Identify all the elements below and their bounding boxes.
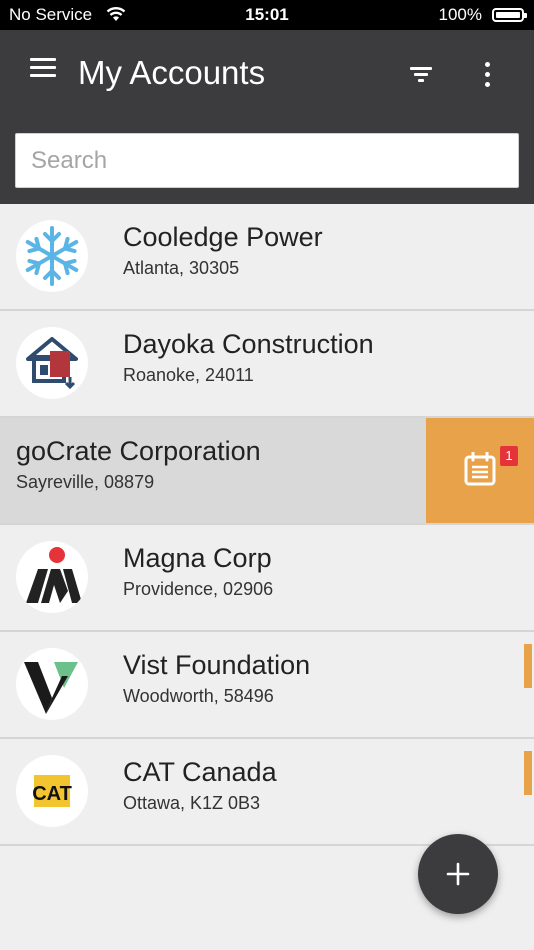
snowflake-logo-icon	[16, 220, 88, 292]
account-name: CAT Canada	[123, 757, 277, 787]
notification-badge: 1	[500, 446, 518, 466]
account-address: Woodworth, 58496	[123, 686, 274, 706]
magna-logo-icon	[16, 541, 88, 613]
account-name: Dayoka Construction	[123, 329, 374, 359]
svg-text:CAT: CAT	[32, 783, 72, 805]
account-name: goCrate Corporation	[16, 436, 261, 466]
search-input[interactable]	[15, 133, 519, 188]
house-logo-icon	[16, 327, 88, 399]
account-address: Sayreville, 08879	[16, 472, 155, 492]
account-row-dayoka-construction[interactable]: Dayoka Construction Roanoke, 24011	[0, 311, 534, 418]
calendar-icon	[464, 451, 496, 491]
account-row-magna-corp[interactable]: Magna Corp Providence, 02906	[0, 525, 534, 632]
account-row-gocrate-corporation[interactable]: goCrate Corporation Sayreville, 08879 1	[0, 418, 534, 525]
account-address: Ottawa, K1Z 0B3	[123, 793, 261, 813]
calendar-action-button[interactable]: 1	[426, 418, 534, 523]
account-row-cooledge-power[interactable]: Cooledge Power Atlanta, 30305	[0, 204, 534, 311]
menu-icon[interactable]	[30, 58, 56, 78]
account-address: Roanoke, 24011	[123, 365, 254, 385]
account-address: Providence, 02906	[123, 579, 274, 599]
more-vertical-icon[interactable]	[480, 60, 494, 90]
account-address: Atlanta, 30305	[123, 258, 240, 278]
battery-percentage: 100%	[438, 5, 482, 24]
edge-indicator	[524, 751, 532, 795]
account-name: Vist Foundation	[123, 650, 311, 680]
edge-indicator	[524, 644, 532, 688]
filter-icon[interactable]	[410, 67, 432, 83]
account-name: Magna Corp	[123, 543, 272, 573]
account-list: Cooledge Power Atlanta, 30305 Dayoka Con…	[0, 204, 534, 846]
status-bar: No Service 15:01 100%	[0, 0, 534, 30]
account-row-vist-foundation[interactable]: Vist Foundation Woodworth, 58496	[0, 632, 534, 739]
battery-icon	[492, 8, 527, 22]
account-name: Cooledge Power	[123, 222, 323, 252]
cat-logo-icon: CAT	[16, 755, 88, 827]
page-title: My Accounts	[78, 54, 266, 91]
vist-logo-icon	[16, 648, 88, 720]
account-row-cat-canada[interactable]: CAT CAT Canada Ottawa, K1Z 0B3	[0, 739, 534, 846]
add-account-button[interactable]	[418, 834, 498, 914]
